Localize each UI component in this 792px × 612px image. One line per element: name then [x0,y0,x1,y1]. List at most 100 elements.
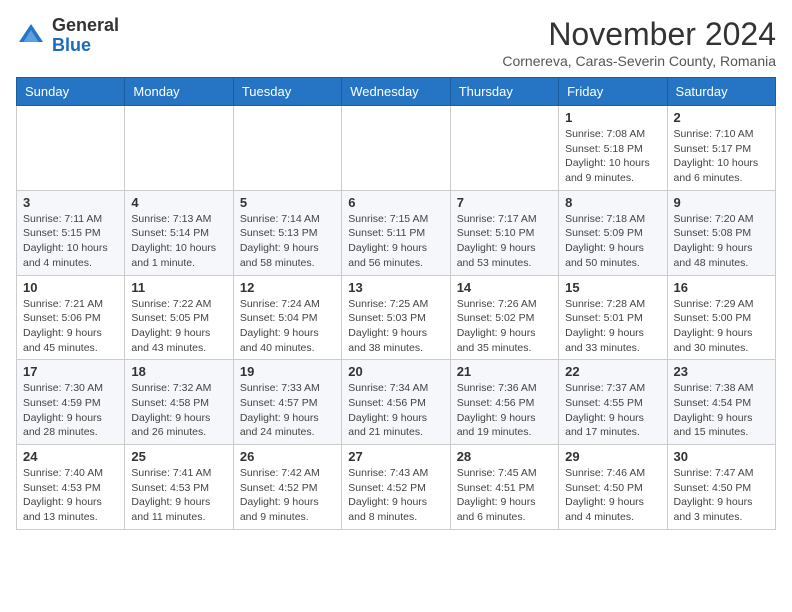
day-number: 2 [674,110,769,125]
day-number: 6 [348,195,443,210]
header-wednesday: Wednesday [342,78,450,106]
day-info: Sunrise: 7:13 AM Sunset: 5:14 PM Dayligh… [131,212,226,271]
calendar-cell: 5 Sunrise: 7:14 AM Sunset: 5:13 PM Daylig… [233,190,341,275]
day-info: Sunrise: 7:18 AM Sunset: 5:09 PM Dayligh… [565,212,660,271]
day-number: 17 [23,364,118,379]
day-number: 11 [131,280,226,295]
calendar-cell: 3 Sunrise: 7:11 AM Sunset: 5:15 PM Daylig… [17,190,125,275]
day-info: Sunrise: 7:17 AM Sunset: 5:10 PM Dayligh… [457,212,552,271]
calendar-week-5: 24 Sunrise: 7:40 AM Sunset: 4:53 PM Dayli… [17,445,776,530]
day-number: 19 [240,364,335,379]
day-info: Sunrise: 7:28 AM Sunset: 5:01 PM Dayligh… [565,297,660,356]
calendar-cell [342,106,450,191]
calendar-cell: 18Sunrise: 7:32 AM Sunset: 4:58 PM Dayli… [125,360,233,445]
calendar-week-3: 10 Sunrise: 7:21 AM Sunset: 5:06 PM Dayli… [17,275,776,360]
day-number: 30 [674,449,769,464]
calendar-week-1: 1 Sunrise: 7:08 AM Sunset: 5:18 PM Daylig… [17,106,776,191]
calendar-cell: 1 Sunrise: 7:08 AM Sunset: 5:18 PM Daylig… [559,106,667,191]
logo-icon [16,21,46,51]
day-info: Sunrise: 7:41 AM Sunset: 4:53 PM Dayligh… [131,466,226,525]
day-info: Sunrise: 7:45 AM Sunset: 4:51 PM Dayligh… [457,466,552,525]
day-number: 13 [348,280,443,295]
day-number: 15 [565,280,660,295]
calendar-cell [233,106,341,191]
day-info: Sunrise: 7:43 AM Sunset: 4:52 PM Dayligh… [348,466,443,525]
calendar-cell: 16 Sunrise: 7:29 AM Sunset: 5:00 PM Dayli… [667,275,775,360]
day-number: 29 [565,449,660,464]
calendar-cell [450,106,558,191]
day-number: 5 [240,195,335,210]
day-number: 14 [457,280,552,295]
title-section: November 2024 Cornereva, Caras-Severin C… [502,16,776,69]
calendar-cell: 15 Sunrise: 7:28 AM Sunset: 5:01 PM Dayli… [559,275,667,360]
day-number: 26 [240,449,335,464]
day-number: 24 [23,449,118,464]
day-info: Sunrise: 7:30 AM Sunset: 4:59 PM Dayligh… [23,381,118,440]
calendar-cell: 13Sunrise: 7:25 AM Sunset: 5:03 PM Dayli… [342,275,450,360]
day-number: 16 [674,280,769,295]
calendar-table: SundayMondayTuesdayWednesdayThursdayFrid… [16,77,776,530]
day-info: Sunrise: 7:11 AM Sunset: 5:15 PM Dayligh… [23,212,118,271]
calendar-cell: 29 Sunrise: 7:46 AM Sunset: 4:50 PM Dayli… [559,445,667,530]
header-sunday: Sunday [17,78,125,106]
calendar-cell: 10 Sunrise: 7:21 AM Sunset: 5:06 PM Dayli… [17,275,125,360]
month-title: November 2024 [502,16,776,53]
logo-general: General [52,16,119,36]
header-saturday: Saturday [667,78,775,106]
header-friday: Friday [559,78,667,106]
calendar-cell: 26 Sunrise: 7:42 AM Sunset: 4:52 PM Dayli… [233,445,341,530]
day-number: 28 [457,449,552,464]
day-info: Sunrise: 7:08 AM Sunset: 5:18 PM Dayligh… [565,127,660,186]
calendar-cell: 6Sunrise: 7:15 AM Sunset: 5:11 PM Daylig… [342,190,450,275]
day-info: Sunrise: 7:40 AM Sunset: 4:53 PM Dayligh… [23,466,118,525]
day-info: Sunrise: 7:32 AM Sunset: 4:58 PM Dayligh… [131,381,226,440]
calendar-cell: 4Sunrise: 7:13 AM Sunset: 5:14 PM Daylig… [125,190,233,275]
day-number: 12 [240,280,335,295]
day-number: 21 [457,364,552,379]
day-number: 10 [23,280,118,295]
calendar-cell [125,106,233,191]
calendar-cell: 22 Sunrise: 7:37 AM Sunset: 4:55 PM Dayli… [559,360,667,445]
location-subtitle: Cornereva, Caras-Severin County, Romania [502,53,776,69]
day-number: 9 [674,195,769,210]
calendar-cell: 23Sunrise: 7:38 AM Sunset: 4:54 PM Dayli… [667,360,775,445]
header-tuesday: Tuesday [233,78,341,106]
calendar-cell: 12 Sunrise: 7:24 AM Sunset: 5:04 PM Dayli… [233,275,341,360]
calendar-cell: 7 Sunrise: 7:17 AM Sunset: 5:10 PM Daylig… [450,190,558,275]
day-number: 1 [565,110,660,125]
header-thursday: Thursday [450,78,558,106]
day-info: Sunrise: 7:47 AM Sunset: 4:50 PM Dayligh… [674,466,769,525]
calendar-cell: 14 Sunrise: 7:26 AM Sunset: 5:02 PM Dayli… [450,275,558,360]
day-number: 23 [674,364,769,379]
day-info: Sunrise: 7:22 AM Sunset: 5:05 PM Dayligh… [131,297,226,356]
calendar-cell: 30 Sunrise: 7:47 AM Sunset: 4:50 PM Dayli… [667,445,775,530]
calendar-cell [17,106,125,191]
day-number: 25 [131,449,226,464]
calendar-cell: 19 Sunrise: 7:33 AM Sunset: 4:57 PM Dayli… [233,360,341,445]
logo-blue: Blue [52,36,119,56]
day-info: Sunrise: 7:20 AM Sunset: 5:08 PM Dayligh… [674,212,769,271]
calendar-week-2: 3 Sunrise: 7:11 AM Sunset: 5:15 PM Daylig… [17,190,776,275]
day-number: 7 [457,195,552,210]
calendar-cell: 2 Sunrise: 7:10 AM Sunset: 5:17 PM Daylig… [667,106,775,191]
day-info: Sunrise: 7:24 AM Sunset: 5:04 PM Dayligh… [240,297,335,356]
day-info: Sunrise: 7:10 AM Sunset: 5:17 PM Dayligh… [674,127,769,186]
day-info: Sunrise: 7:46 AM Sunset: 4:50 PM Dayligh… [565,466,660,525]
day-number: 22 [565,364,660,379]
logo: General Blue [16,16,119,56]
calendar-cell: 21 Sunrise: 7:36 AM Sunset: 4:56 PM Dayli… [450,360,558,445]
day-info: Sunrise: 7:33 AM Sunset: 4:57 PM Dayligh… [240,381,335,440]
day-info: Sunrise: 7:14 AM Sunset: 5:13 PM Dayligh… [240,212,335,271]
day-info: Sunrise: 7:36 AM Sunset: 4:56 PM Dayligh… [457,381,552,440]
calendar-week-4: 17 Sunrise: 7:30 AM Sunset: 4:59 PM Dayli… [17,360,776,445]
calendar-cell: 25 Sunrise: 7:41 AM Sunset: 4:53 PM Dayli… [125,445,233,530]
day-info: Sunrise: 7:42 AM Sunset: 4:52 PM Dayligh… [240,466,335,525]
calendar-header-row: SundayMondayTuesdayWednesdayThursdayFrid… [17,78,776,106]
day-info: Sunrise: 7:21 AM Sunset: 5:06 PM Dayligh… [23,297,118,356]
day-info: Sunrise: 7:26 AM Sunset: 5:02 PM Dayligh… [457,297,552,356]
calendar-cell: 27Sunrise: 7:43 AM Sunset: 4:52 PM Dayli… [342,445,450,530]
day-number: 3 [23,195,118,210]
day-info: Sunrise: 7:37 AM Sunset: 4:55 PM Dayligh… [565,381,660,440]
calendar-cell: 11 Sunrise: 7:22 AM Sunset: 5:05 PM Dayli… [125,275,233,360]
day-info: Sunrise: 7:29 AM Sunset: 5:00 PM Dayligh… [674,297,769,356]
